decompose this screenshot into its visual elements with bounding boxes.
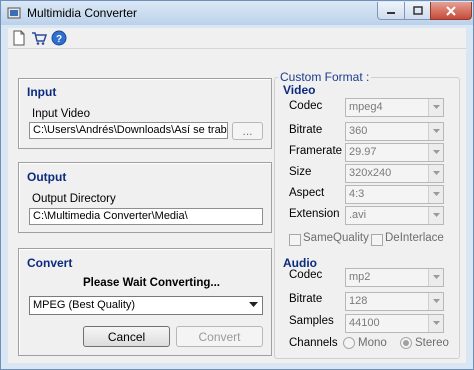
video-size-select[interactable]: 320x240 <box>345 164 444 183</box>
video-size-label: Size <box>289 166 312 178</box>
output-directory-field[interactable]: C:\Multimedia Converter\Media\ <box>29 208 263 225</box>
stereo-label: Stereo <box>415 337 449 349</box>
chevron-down-icon <box>432 129 440 133</box>
chevron-down-icon <box>432 105 440 109</box>
audio-section-title: Audio <box>283 256 317 270</box>
audio-samples-select[interactable]: 44100 <box>345 314 444 333</box>
video-framerate-label: Framerate <box>289 145 343 157</box>
video-aspect-value: 4:3 <box>349 188 365 200</box>
audio-channels-label: Channels <box>289 337 338 349</box>
input-panel: Input Input Video C:\Users\Andrés\Downlo… <box>18 78 272 149</box>
audio-samples-label: Samples <box>289 315 334 327</box>
output-title: Output <box>27 170 67 184</box>
audio-samples-value: 44100 <box>349 317 380 329</box>
convert-title: Convert <box>27 256 73 270</box>
video-aspect-select[interactable]: 4:3 <box>345 185 444 204</box>
svg-text:?: ? <box>56 34 62 45</box>
video-extension-label: Extension <box>289 208 340 220</box>
video-framerate-value: 29.97 <box>349 146 377 158</box>
chevron-down-icon <box>432 275 440 279</box>
close-icon <box>446 5 456 16</box>
convert-panel: Convert Please Wait Converting... MPEG (… <box>18 248 272 356</box>
audio-bitrate-select[interactable]: 128 <box>345 292 444 311</box>
chevron-down-icon <box>432 299 440 303</box>
cart-icon[interactable] <box>31 30 47 46</box>
convert-button[interactable]: Convert <box>176 326 263 347</box>
chevron-down-icon <box>432 171 440 175</box>
custom-format-legend: Custom Format : <box>278 70 372 84</box>
app-window: Multimidia Converter ? Input Input Video <box>0 0 474 370</box>
minimize-button[interactable] <box>377 2 405 20</box>
audio-codec-label: Codec <box>289 269 323 281</box>
stereo-radio[interactable] <box>400 337 412 349</box>
chevron-down-icon <box>432 321 440 325</box>
video-extension-value: .avi <box>349 209 367 221</box>
video-size-value: 320x240 <box>349 167 392 179</box>
same-quality-label: SameQuality <box>303 232 369 244</box>
audio-bitrate-label: Bitrate <box>289 293 323 305</box>
format-preset-select[interactable]: MPEG (Best Quality) <box>29 296 263 315</box>
audio-bitrate-value: 128 <box>349 295 368 307</box>
deinterlace-label: DeInterlace <box>385 232 444 244</box>
toolbar: ? <box>8 28 466 49</box>
converting-status: Please Wait Converting... <box>83 277 220 289</box>
input-video-label: Input Video <box>32 108 90 120</box>
mono-label: Mono <box>358 337 387 349</box>
format-preset-value: MPEG (Best Quality) <box>33 299 136 311</box>
chevron-down-icon <box>432 213 440 217</box>
video-aspect-label: Aspect <box>289 187 325 199</box>
input-title: Input <box>27 85 57 99</box>
maximize-button[interactable] <box>404 2 431 20</box>
same-quality-checkbox[interactable] <box>289 234 301 246</box>
audio-codec-value: mp2 <box>349 271 371 283</box>
main-content: Input Input Video C:\Users\Andrés\Downlo… <box>8 49 466 363</box>
video-section-title: Video <box>283 83 316 97</box>
window-title: Multimidia Converter <box>27 6 138 20</box>
output-directory-label: Output Directory <box>32 193 116 205</box>
app-icon <box>7 7 21 19</box>
cancel-button[interactable]: Cancel <box>83 326 170 347</box>
chevron-down-icon <box>432 150 440 154</box>
deinterlace-checkbox[interactable] <box>371 234 383 246</box>
chevron-down-icon <box>249 302 258 307</box>
help-icon[interactable]: ? <box>51 30 67 46</box>
output-panel: Output Output Directory C:\Multimedia Co… <box>18 162 272 233</box>
mono-radio[interactable] <box>343 337 355 349</box>
close-button[interactable] <box>430 2 472 20</box>
title-bar: Multimidia Converter <box>1 1 473 25</box>
new-file-icon[interactable] <box>11 30 27 46</box>
chevron-down-icon <box>432 192 440 196</box>
video-codec-select[interactable]: mpeg4 <box>345 98 444 117</box>
video-framerate-select[interactable]: 29.97 <box>345 143 444 162</box>
input-video-field[interactable]: C:\Users\Andrés\Downloads\Así se trabaja <box>29 122 228 139</box>
audio-codec-select[interactable]: mp2 <box>345 268 444 287</box>
video-bitrate-select[interactable]: 360 <box>345 122 444 141</box>
video-extension-select[interactable]: .avi <box>345 206 444 225</box>
video-codec-label: Codec <box>289 100 323 112</box>
video-codec-value: mpeg4 <box>349 101 383 113</box>
video-bitrate-value: 360 <box>349 125 368 137</box>
video-bitrate-label: Bitrate <box>289 124 323 136</box>
browse-button[interactable]: ... <box>232 122 263 140</box>
minimize-icon <box>387 11 395 14</box>
maximize-icon <box>412 6 423 15</box>
